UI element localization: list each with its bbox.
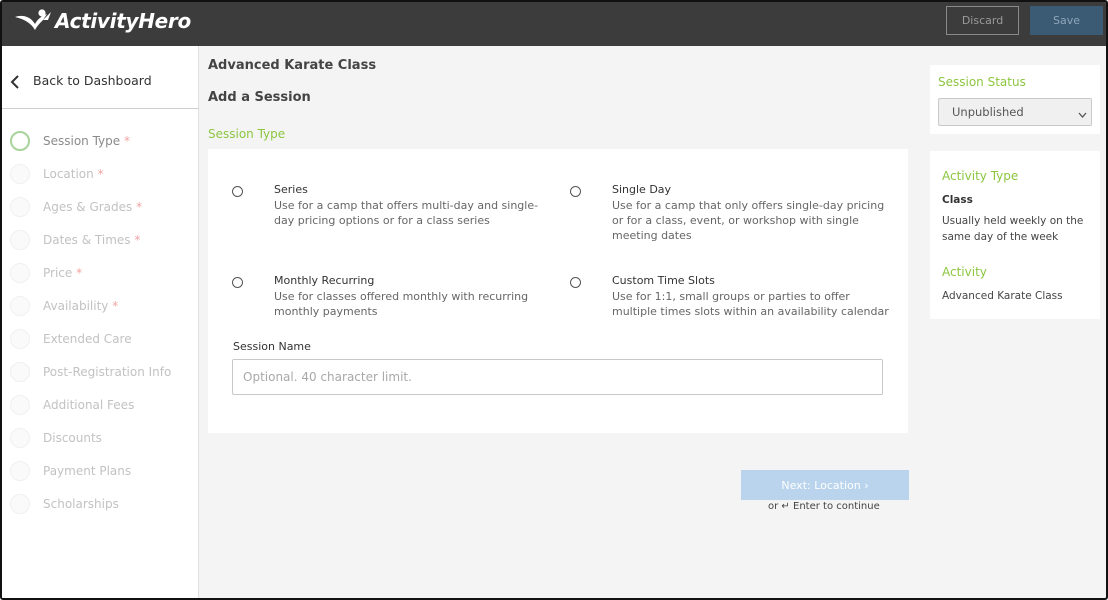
discard-button[interactable]: Discard [946,6,1019,35]
activity-type-value: Class [942,194,973,206]
sidebar-step-price[interactable]: Price * [2,256,199,289]
enter-hint-or: or [768,501,779,512]
step-status-circle-icon [10,493,30,514]
step-status-circle-icon [10,460,30,481]
option-title: Single Day [612,183,672,196]
step-status-circle-icon [10,262,30,283]
activity-type-title: Activity Type [942,169,1019,183]
step-status-circle-icon [10,394,30,415]
sidebar-step-post-registration-info[interactable]: Post-Registration Info [2,355,199,388]
activity-value: Advanced Karate Class [942,290,1063,302]
sidebar-step-location[interactable]: Location * [2,157,199,190]
step-label: Ages & Grades * [43,199,143,214]
chevron-left-icon [10,74,20,93]
step-label: Price * [43,265,83,280]
sidebar-step-additional-fees[interactable]: Additional Fees [2,388,199,421]
activity-name-heading: Advanced Karate Class [208,58,377,73]
top-bar: ActivityHero Discard Save [2,2,1106,46]
sidebar: Back to Dashboard Session Type * Locatio… [2,46,199,598]
step-status-circle-icon [10,328,30,349]
session-type-card: Series Use for a camp that offers multi-… [208,149,908,433]
option-title: Monthly Recurring [274,274,375,287]
radio-single-day[interactable] [570,186,581,197]
option-description: Use for a camp that offers multi-day and… [274,199,539,227]
enter-hint: or ↵ Enter to continue [768,501,880,512]
radio-series[interactable] [232,186,243,197]
activity-title: Activity [942,265,987,279]
sidebar-step-ages-grades[interactable]: Ages & Grades * [2,190,199,223]
back-to-dashboard-label: Back to Dashboard [33,73,152,88]
option-title: Custom Time Slots [612,274,715,287]
step-label: Scholarships [43,496,119,511]
step-label: Additional Fees [43,397,135,412]
step-label: Dates & Times * [43,232,141,247]
activityhero-logo-icon [13,8,53,34]
step-status-circle-icon [10,295,30,316]
save-button[interactable]: Save [1030,6,1103,35]
session-status-value: Unpublished [952,105,1024,119]
radio-monthly-recurring[interactable] [232,277,243,288]
option-title: Series [274,183,308,196]
step-label: Location * [43,166,104,181]
step-status-circle-icon [10,196,30,217]
page-title: Add a Session [208,90,311,105]
sidebar-step-discounts[interactable]: Discounts [2,421,199,454]
step-status-circle-icon [10,229,30,250]
sidebar-step-session-type[interactable]: Session Type * [2,124,199,157]
step-label: Post-Registration Info [43,364,172,379]
step-status-circle-icon [10,427,30,448]
activity-info-card: Activity Type Class Usually held weekly … [930,151,1100,319]
step-label: Extended Care [43,331,132,346]
session-status-select[interactable]: Unpublished [938,98,1092,126]
back-to-dashboard-link[interactable]: Back to Dashboard [2,46,199,109]
step-status-circle-icon [10,361,30,382]
app-window: ActivityHero Discard Save Back to Dashbo… [0,0,1108,600]
sidebar-step-dates-times[interactable]: Dates & Times * [2,223,199,256]
enter-return-icon: ↵ [781,501,790,512]
radio-custom-time-slots[interactable] [570,277,581,288]
step-label: Payment Plans [43,463,132,478]
session-name-label: Session Name [233,340,311,353]
brand-logo[interactable]: ActivityHero [13,8,191,34]
sidebar-step-availability[interactable]: Availability * [2,289,199,322]
step-label: Availability * [43,298,119,313]
chevron-down-icon [1078,108,1087,122]
session-status-card: Session Status Unpublished [930,65,1100,134]
brand-name: ActivityHero [55,9,191,33]
option-description: Use for 1:1, small groups or parties to … [612,290,889,318]
session-name-input[interactable] [232,359,883,395]
step-label: Session Type * [43,133,130,148]
enter-hint-text: Enter to continue [793,501,880,512]
activity-type-description: Usually held weekly on the same day of t… [942,215,1084,243]
session-status-title: Session Status [938,75,1026,89]
next-location-button[interactable]: Next: Location › [741,470,909,500]
step-label: Discounts [43,430,102,445]
sidebar-step-payment-plans[interactable]: Payment Plans [2,454,199,487]
step-status-circle-icon [10,130,30,151]
section-title: Session Type [208,127,286,141]
option-description: Use for classes offered monthly with rec… [274,290,529,318]
sidebar-step-extended-care[interactable]: Extended Care [2,322,199,355]
option-description: Use for a camp that only offers single-d… [612,199,885,242]
main-content: Advanced Karate Class Add a Session Sess… [200,46,920,598]
step-status-circle-icon [10,163,30,184]
sidebar-step-scholarships[interactable]: Scholarships [2,487,199,520]
